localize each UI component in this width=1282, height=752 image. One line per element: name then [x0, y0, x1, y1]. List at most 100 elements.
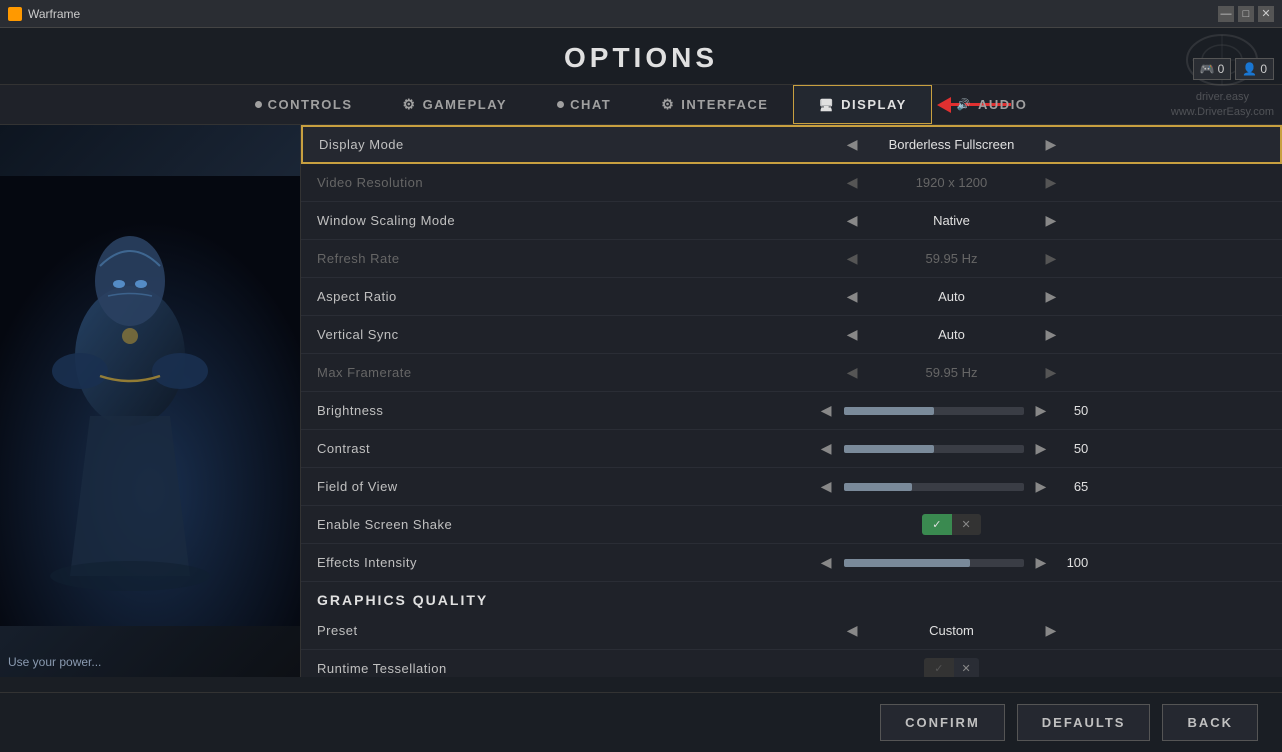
setting-control-runtime-tess: ✓ ✕	[637, 658, 1266, 677]
setting-control-display-mode: ◀ Borderless Fullscreen ▶	[639, 134, 1264, 155]
tab-controls-label: CONTROLS	[268, 97, 353, 112]
setting-label-aspect-ratio: Aspect Ratio	[317, 289, 637, 304]
max-framerate-prev: ◀	[841, 362, 864, 383]
fov-increase[interactable]: ▶	[1030, 476, 1053, 497]
window-scaling-next[interactable]: ▶	[1040, 210, 1063, 231]
display-mode-prev[interactable]: ◀	[841, 134, 864, 155]
setting-effects-intensity[interactable]: Effects Intensity ◀ ▶ 100	[301, 544, 1282, 582]
preset-prev[interactable]: ◀	[841, 620, 864, 641]
setting-runtime-tess[interactable]: Runtime Tessellation ✓ ✕	[301, 650, 1282, 677]
defaults-button[interactable]: DEFAULTS	[1017, 704, 1151, 741]
monitor-icon-display: 🖥	[818, 98, 835, 112]
runtime-tess-on[interactable]: ✓	[924, 658, 953, 677]
tab-audio[interactable]: 🔊 AUDIO	[932, 85, 1053, 124]
screen-shake-toggle[interactable]: ✓ ✕	[922, 514, 980, 535]
title-bar-controls: — □ ✕	[1218, 6, 1274, 22]
setting-value-max-framerate: 59.95 Hz	[872, 365, 1032, 380]
setting-value-display-mode: Borderless Fullscreen	[872, 137, 1032, 152]
setting-control-screen-shake: ✓ ✕	[637, 514, 1266, 535]
tab-chat[interactable]: CHAT	[532, 85, 636, 124]
brightness-increase[interactable]: ▶	[1030, 400, 1053, 421]
brightness-slider[interactable]	[844, 407, 1024, 415]
fov-decrease[interactable]: ◀	[815, 476, 838, 497]
setting-control-refresh-rate: ◀ 59.95 Hz ▶	[637, 248, 1266, 269]
settings-panel[interactable]: Display Mode ◀ Borderless Fullscreen ▶ V…	[300, 125, 1282, 677]
tab-interface[interactable]: ⚙ INTERFACE	[636, 85, 793, 124]
setting-window-scaling[interactable]: Window Scaling Mode ◀ Native ▶	[301, 202, 1282, 240]
screen-shake-on[interactable]: ✓	[922, 514, 951, 535]
tab-chat-label: CHAT	[570, 97, 611, 112]
setting-screen-shake[interactable]: Enable Screen Shake ✓ ✕	[301, 506, 1282, 544]
setting-aspect-ratio[interactable]: Aspect Ratio ◀ Auto ▶	[301, 278, 1282, 316]
app-name: Warframe	[28, 7, 80, 21]
setting-label-fov: Field of View	[317, 479, 637, 494]
contrast-slider[interactable]	[844, 445, 1024, 453]
fov-slider[interactable]	[844, 483, 1024, 491]
maximize-button[interactable]: □	[1238, 6, 1254, 22]
setting-control-contrast: ◀ ▶ 50	[637, 438, 1266, 459]
vertical-sync-next[interactable]: ▶	[1040, 324, 1063, 345]
contrast-increase[interactable]: ▶	[1030, 438, 1053, 459]
setting-value-vertical-sync: Auto	[872, 327, 1032, 342]
confirm-button[interactable]: CONFIRM	[880, 704, 1005, 741]
setting-label-refresh-rate: Refresh Rate	[317, 251, 637, 266]
contrast-decrease[interactable]: ◀	[815, 438, 838, 459]
runtime-tess-toggle[interactable]: ✓ ✕	[924, 658, 978, 677]
bottom-bar: CONFIRM DEFAULTS BACK	[0, 692, 1282, 752]
back-button[interactable]: BACK	[1162, 704, 1258, 741]
tab-chat-icon	[557, 101, 564, 108]
tab-interface-label: INTERFACE	[681, 97, 768, 112]
character-flavor-text: Use your power...	[8, 655, 101, 669]
setting-control-max-framerate: ◀ 59.95 Hz ▶	[637, 362, 1266, 383]
title-bar: Warframe — □ ✕	[0, 0, 1282, 28]
tab-controls-icon	[255, 101, 262, 108]
tab-display-label: DISPLAY	[841, 97, 907, 112]
setting-value-video-resolution: 1920 x 1200	[872, 175, 1032, 190]
page-title: OPTIONS	[0, 28, 1282, 84]
hud-icon-2: 👤 0	[1235, 58, 1274, 80]
hud-icon-1-symbol: 🎮	[1200, 62, 1215, 76]
tab-controls[interactable]: CONTROLS	[230, 85, 378, 124]
setting-label-preset: Preset	[317, 623, 637, 638]
close-button[interactable]: ✕	[1258, 6, 1274, 22]
setting-label-display-mode: Display Mode	[319, 137, 639, 152]
tab-gameplay-label: GAMEPLAY	[423, 97, 507, 112]
brightness-fill	[844, 407, 934, 415]
contrast-value: 50	[1058, 441, 1088, 456]
window-scaling-prev[interactable]: ◀	[841, 210, 864, 231]
setting-label-effects-intensity: Effects Intensity	[317, 555, 637, 570]
effects-intensity-increase[interactable]: ▶	[1030, 552, 1053, 573]
hud-icons: 🎮 0 👤 0	[1193, 58, 1274, 80]
display-mode-next[interactable]: ▶	[1040, 134, 1063, 155]
video-res-prev: ◀	[841, 172, 864, 193]
setting-contrast[interactable]: Contrast ◀ ▶ 50	[301, 430, 1282, 468]
minimize-button[interactable]: —	[1218, 6, 1234, 22]
main-content: Use your power... Display Mode ◀ Borderl…	[0, 125, 1282, 677]
setting-vertical-sync[interactable]: Vertical Sync ◀ Auto ▶	[301, 316, 1282, 354]
preset-next[interactable]: ▶	[1040, 620, 1063, 641]
tab-gameplay[interactable]: ⚙ GAMEPLAY	[378, 85, 533, 124]
runtime-tess-off[interactable]: ✕	[954, 658, 979, 677]
screen-shake-off[interactable]: ✕	[952, 514, 981, 535]
title-bar-left: Warframe	[8, 7, 80, 21]
character-panel: Use your power...	[0, 125, 300, 677]
setting-brightness[interactable]: Brightness ◀ ▶ 50	[301, 392, 1282, 430]
tab-display[interactable]: 🖥 DISPLAY	[793, 85, 931, 124]
setting-label-screen-shake: Enable Screen Shake	[317, 517, 637, 532]
fov-fill	[844, 483, 912, 491]
effects-intensity-decrease[interactable]: ◀	[815, 552, 838, 573]
vertical-sync-prev[interactable]: ◀	[841, 324, 864, 345]
setting-display-mode[interactable]: Display Mode ◀ Borderless Fullscreen ▶	[301, 125, 1282, 164]
brightness-decrease[interactable]: ◀	[815, 400, 838, 421]
setting-fov[interactable]: Field of View ◀ ▶ 65	[301, 468, 1282, 506]
effects-intensity-slider[interactable]	[844, 559, 1024, 567]
aspect-ratio-next[interactable]: ▶	[1040, 286, 1063, 307]
effects-intensity-value: 100	[1058, 555, 1088, 570]
aspect-ratio-prev[interactable]: ◀	[841, 286, 864, 307]
setting-label-video-resolution: Video Resolution	[317, 175, 637, 190]
setting-control-window-scaling: ◀ Native ▶	[637, 210, 1266, 231]
setting-preset[interactable]: Preset ◀ Custom ▶	[301, 612, 1282, 650]
setting-refresh-rate: Refresh Rate ◀ 59.95 Hz ▶	[301, 240, 1282, 278]
refresh-rate-prev: ◀	[841, 248, 864, 269]
setting-control-brightness: ◀ ▶ 50	[637, 400, 1266, 421]
